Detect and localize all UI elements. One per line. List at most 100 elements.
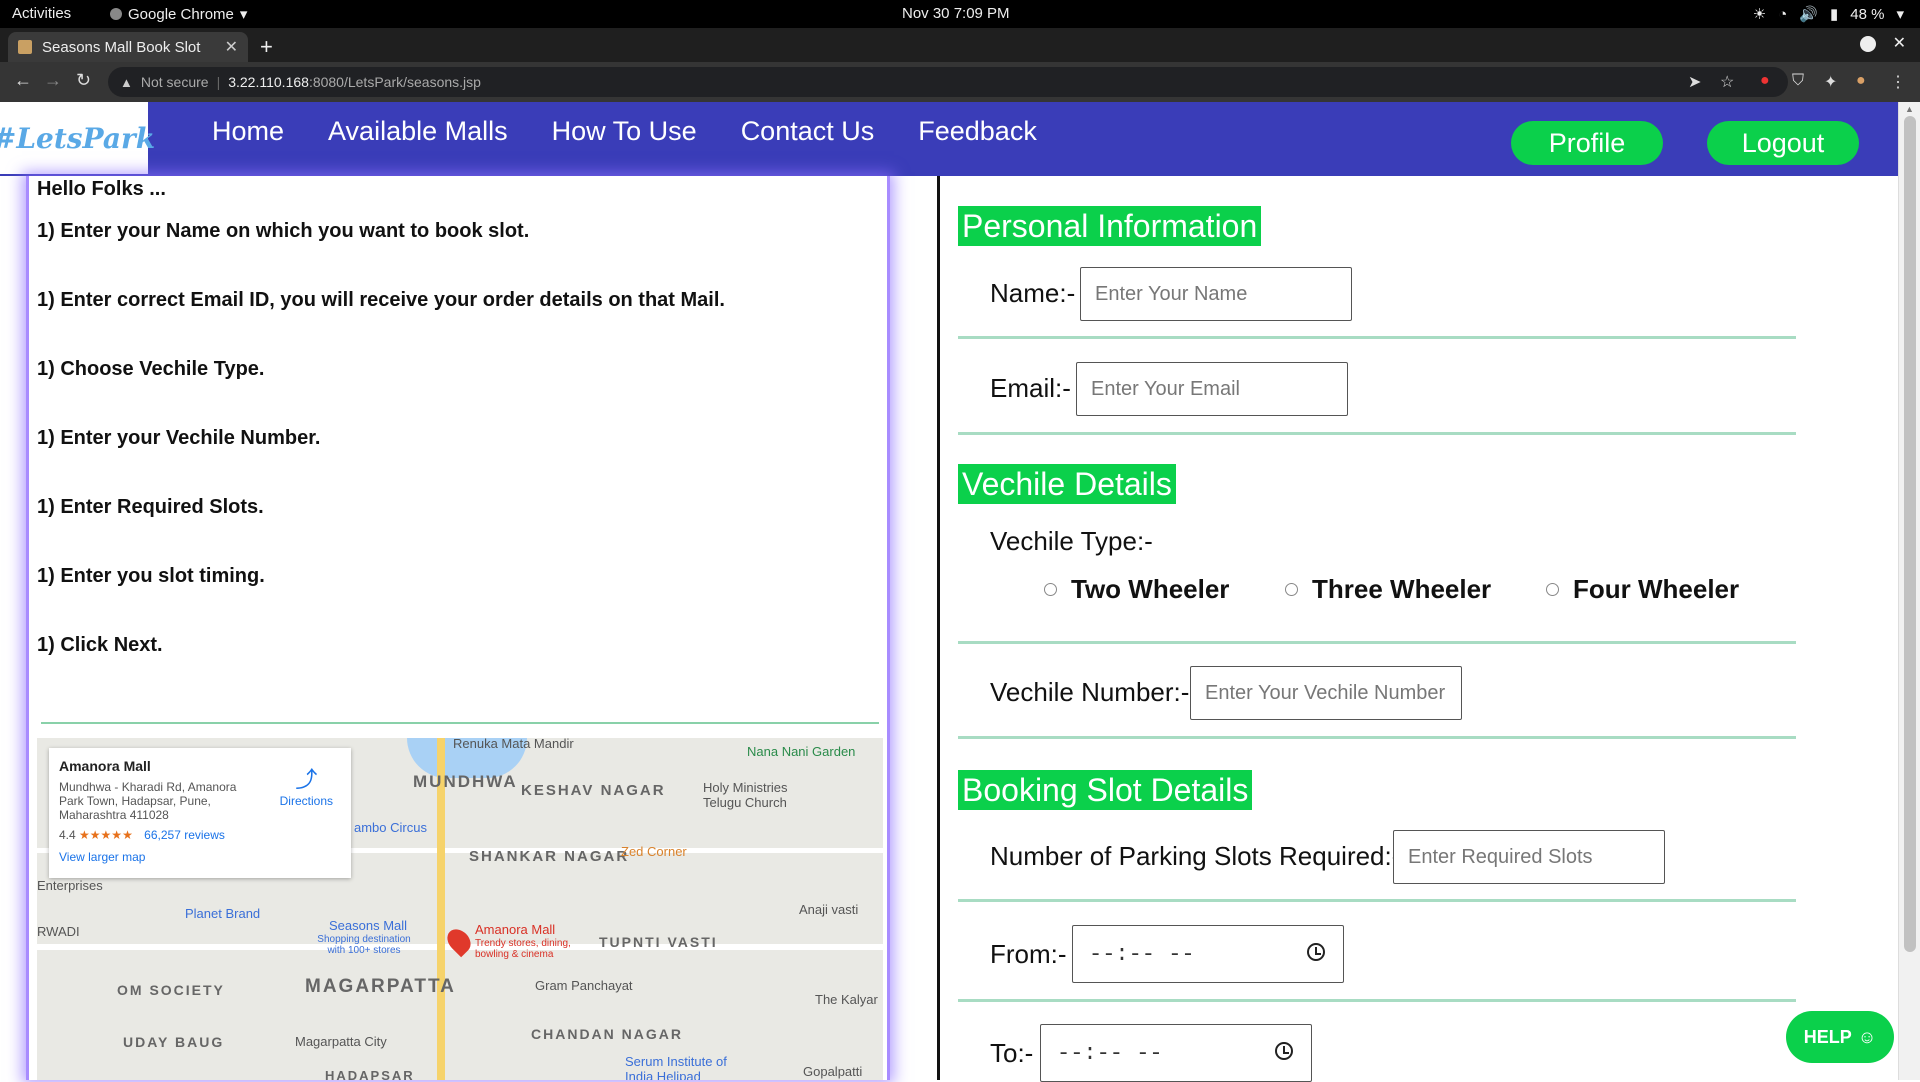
view-larger-map-link[interactable]: View larger map	[59, 850, 341, 864]
map-label: MUNDHWA	[413, 772, 518, 791]
instruction-step: 1) Enter Required Slots.	[37, 496, 264, 518]
brightness-icon: ☀	[1752, 6, 1767, 23]
reload-icon[interactable]: ↻	[76, 70, 91, 91]
nav-links: Home Available Malls How To Use Contact …	[212, 116, 1037, 147]
address-bar[interactable]: ▲ Not secure | 3.22.110.168:8080/LetsPar…	[108, 67, 1788, 97]
nav-how-to-use[interactable]: How To Use	[552, 116, 697, 147]
email-field[interactable]	[1076, 362, 1348, 416]
radio-button[interactable]	[1546, 583, 1559, 596]
map-label: Planet Brand	[185, 906, 261, 921]
instructions-panel: Hello Folks ... 1) Enter your Name on wh…	[26, 176, 890, 1080]
location-pin-icon[interactable]	[442, 924, 476, 958]
chrome-icon	[110, 8, 122, 20]
page-scrollbar[interactable]: ▲	[1898, 102, 1920, 1080]
vehicle-details-heading: Vechile Details	[958, 464, 1176, 504]
map-label: UDAY BAUG	[123, 1034, 225, 1050]
instruction-step: 1) Enter your Vechile Number.	[37, 427, 321, 449]
map-label: Gram Panchayat	[535, 978, 633, 993]
back-icon[interactable]: ←	[14, 70, 32, 91]
instruction-step: 1) Enter correct Email ID, you will rece…	[37, 289, 725, 311]
app-menu-label: Google Chrome	[128, 5, 234, 23]
activities-button[interactable]: Activities	[12, 5, 71, 22]
nav-contact-us[interactable]: Contact Us	[741, 116, 875, 147]
to-time-input[interactable]: --:-- --	[1040, 1024, 1312, 1082]
logout-button[interactable]: Logout	[1707, 121, 1859, 165]
forward-icon[interactable]: →	[44, 70, 62, 91]
divider	[958, 736, 1796, 739]
chevron-down-icon: ▾	[1896, 6, 1904, 23]
directions-button[interactable]: ⤴ Directions	[280, 762, 333, 808]
radio-two-wheeler[interactable]: Two Wheeler	[1044, 574, 1229, 605]
scroll-up-icon[interactable]: ▲	[1905, 104, 1914, 114]
divider	[958, 999, 1796, 1002]
url-text: 3.22.110.168:8080/LetsPark/seasons.jsp	[228, 74, 481, 90]
vertical-divider	[937, 176, 940, 1080]
radio-label: Four Wheeler	[1573, 574, 1740, 604]
name-field[interactable]	[1080, 267, 1352, 321]
map-label: SHANKAR NAGAR	[469, 848, 630, 865]
nav-home[interactable]: Home	[212, 116, 284, 147]
scrollbar-thumb[interactable]	[1904, 116, 1916, 952]
nav-feedback[interactable]: Feedback	[918, 116, 1037, 147]
person-icon: ☺	[1857, 1026, 1877, 1047]
new-tab-button[interactable]: +	[260, 34, 273, 60]
site-logo[interactable]: #LetsPark	[0, 102, 155, 174]
map-label: HADAPSAR	[325, 1068, 415, 1080]
menu-icon[interactable]: ⋮	[1890, 72, 1906, 92]
divider	[958, 899, 1796, 902]
reviews-link[interactable]: 66,257 reviews	[144, 828, 225, 842]
battery-icon: ▮	[1830, 6, 1839, 23]
embedded-map[interactable]: Renuka Mata Mandir MUNDHWA KESHAV NAGAR …	[37, 738, 883, 1080]
nav-available-malls[interactable]: Available Malls	[328, 116, 508, 147]
from-label: From:-	[990, 939, 1067, 969]
radio-label: Three Wheeler	[1312, 574, 1492, 604]
email-label: Email:-	[990, 373, 1071, 403]
greeting: Hello Folks ...	[37, 178, 166, 200]
instruction-step: 1) Choose Vechile Type.	[37, 358, 265, 380]
divider	[958, 641, 1796, 644]
radio-button[interactable]	[1044, 583, 1057, 596]
directions-icon: ⤴	[295, 767, 318, 792]
personal-info-heading: Personal Information	[958, 206, 1262, 246]
system-tray[interactable]: ☀ ◔ 🔊 ▮ 48 % ▾	[1752, 5, 1904, 24]
chevron-down-icon: ▾	[239, 6, 248, 23]
booking-slot-heading: Booking Slot Details	[958, 770, 1253, 810]
help-button[interactable]: HELP ☺	[1786, 1011, 1894, 1063]
puzzle-icon[interactable]: ✦	[1824, 72, 1837, 92]
clock-icon[interactable]	[1307, 943, 1325, 961]
map-label: OM SOCIETY	[117, 982, 225, 998]
radio-button[interactable]	[1285, 583, 1298, 596]
avatar[interactable]: ●	[1856, 72, 1866, 90]
profile-button[interactable]: Profile	[1511, 121, 1663, 165]
map-label: The Kalyar	[815, 992, 878, 1007]
clock[interactable]: Nov 30 7:09 PM	[902, 5, 1010, 22]
not-secure-label: Not secure	[140, 74, 209, 90]
adblock-icon[interactable]: ●	[1760, 72, 1770, 90]
star-icon[interactable]: ☆	[1720, 72, 1734, 92]
map-label: Enterprises	[37, 878, 103, 893]
radio-four-wheeler[interactable]: Four Wheeler	[1546, 574, 1739, 605]
name-label: Name:-	[990, 278, 1076, 308]
warning-icon: ▲	[120, 74, 133, 90]
app-menu[interactable]: Google Chrome ▾	[110, 5, 247, 23]
to-time-value: --:-- --	[1057, 1040, 1163, 1066]
slots-field[interactable]	[1393, 830, 1665, 884]
browser-toolbar: ← → ↻ ▲ Not secure | 3.22.110.168:8080/L…	[0, 62, 1920, 102]
map-label: CHANDAN NAGAR	[531, 1026, 683, 1042]
clock-icon[interactable]	[1275, 1042, 1293, 1060]
from-time-input[interactable]: --:-- --	[1072, 925, 1344, 983]
window-close-icon[interactable]: ✕	[1893, 33, 1906, 53]
radio-three-wheeler[interactable]: Three Wheeler	[1285, 574, 1491, 605]
close-tab-icon[interactable]: ✕	[225, 37, 238, 57]
send-icon[interactable]: ➤	[1688, 72, 1701, 92]
map-label: Renuka Mata Mandir	[453, 738, 574, 751]
vehicle-number-field[interactable]	[1190, 666, 1462, 720]
os-top-bar: Activities Google Chrome ▾ Nov 30 7:09 P…	[0, 0, 1920, 28]
map-label: ambo Circus	[354, 820, 427, 835]
map-label: Trendy stores, dining, bowling & cinema	[475, 938, 571, 960]
shield-icon[interactable]: ⛉	[1792, 72, 1804, 90]
favicon-icon	[18, 40, 32, 54]
battery-percent: 48 %	[1850, 5, 1885, 23]
browser-tab[interactable]: Seasons Mall Book Slot ✕	[8, 32, 248, 62]
tab-search-icon[interactable]	[1860, 36, 1876, 52]
